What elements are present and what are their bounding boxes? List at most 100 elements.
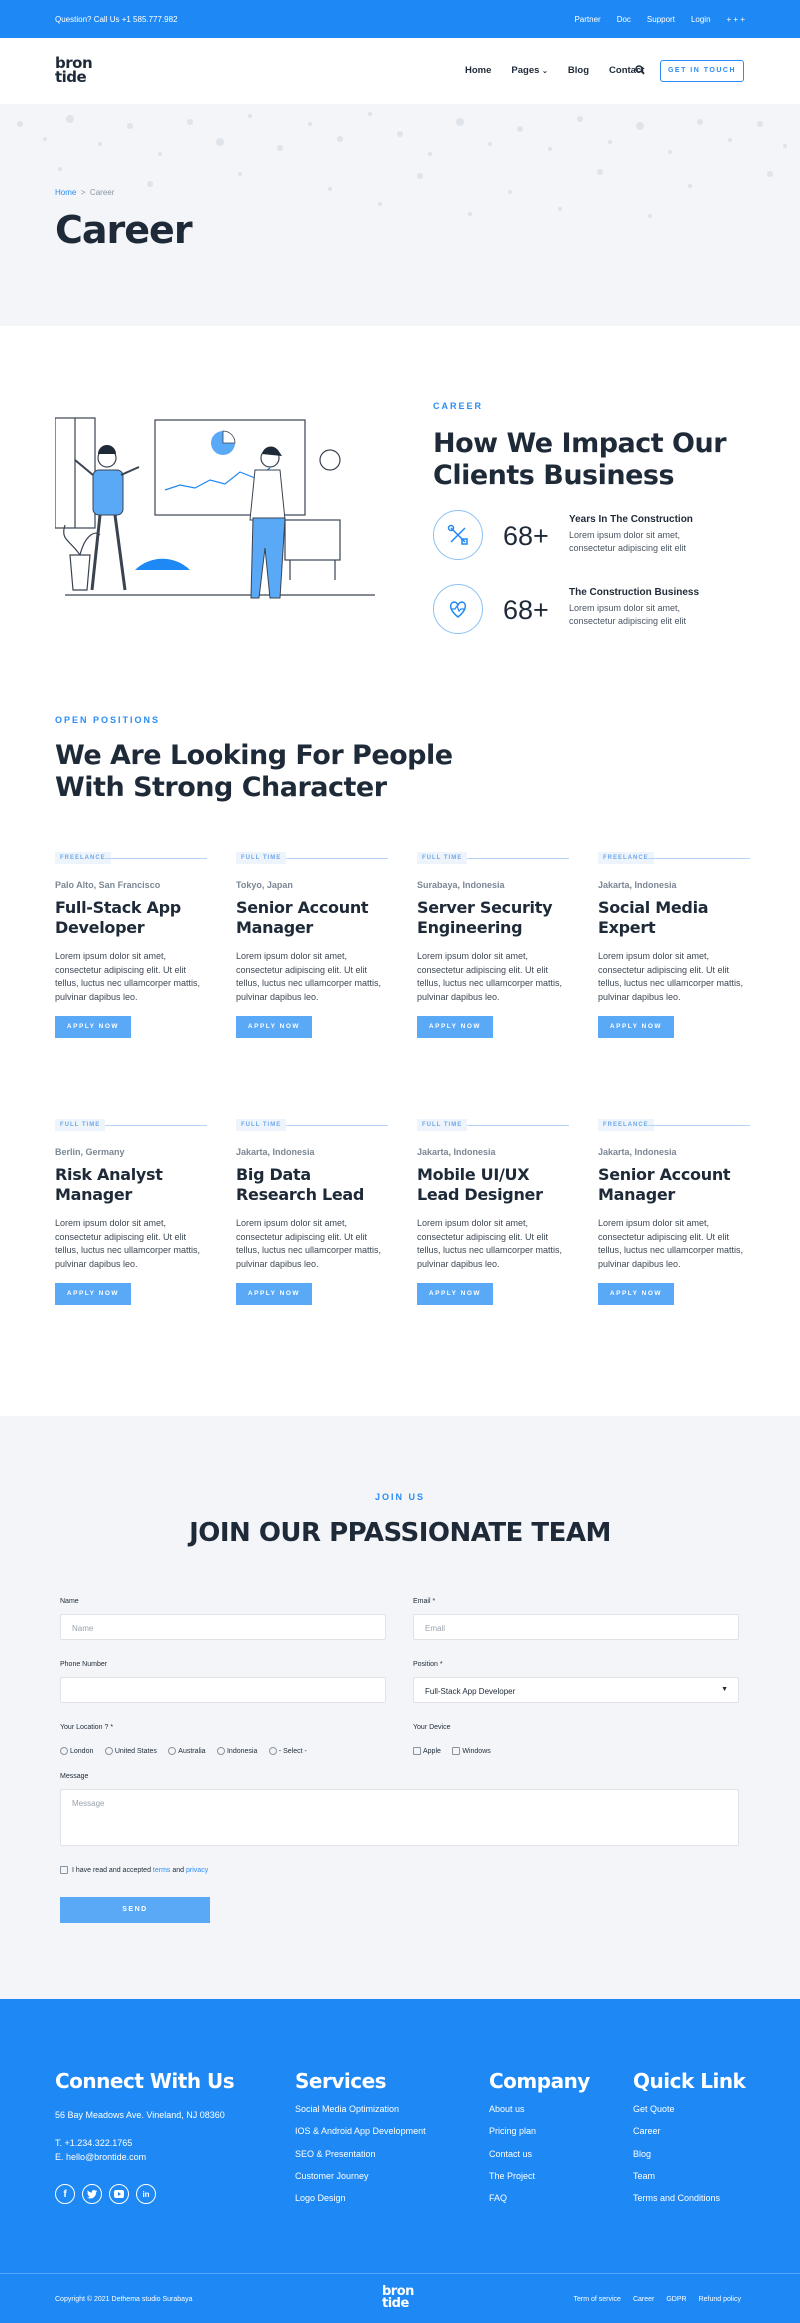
- top-link-support[interactable]: Support: [647, 15, 675, 24]
- job-tag-row: FULL TIME: [236, 1119, 388, 1131]
- twitter-icon[interactable]: [82, 2184, 102, 2204]
- quick-link[interactable]: Team: [633, 2165, 720, 2187]
- youtube-icon[interactable]: [109, 2184, 129, 2204]
- position-select[interactable]: Full-Stack App Developer ▼: [413, 1677, 739, 1703]
- nav-pages[interactable]: Pages ⌄: [511, 65, 548, 76]
- connect-heading: Connect With Us: [55, 2069, 235, 2093]
- company-link[interactable]: The Project: [489, 2165, 536, 2187]
- refund-policy-link[interactable]: Refund policy: [699, 2296, 741, 2303]
- stat-description: Lorem ipsum dolor sit amet, consectetur …: [569, 603, 687, 626]
- join-eyebrow: JOIN US: [374, 1492, 425, 1502]
- footer-email[interactable]: E. hello@brontide.com: [55, 2152, 146, 2162]
- services-link[interactable]: SEO & Presentation: [295, 2143, 426, 2165]
- device-option[interactable]: Windows: [452, 1747, 491, 1756]
- device-option[interactable]: Apple: [413, 1747, 441, 1756]
- join-title: JOIN OUR PPASSIONATE TEAM: [189, 1518, 611, 1548]
- company-heading: Company: [489, 2069, 590, 2093]
- quick-link[interactable]: Terms and Conditions: [633, 2187, 720, 2209]
- services-link[interactable]: Customer Journey: [295, 2165, 426, 2187]
- linkedin-icon[interactable]: in: [136, 2184, 156, 2204]
- send-button[interactable]: SEND: [60, 1897, 210, 1923]
- impact-title-line-1: How We Impact Our: [433, 428, 727, 459]
- nav-blog[interactable]: Blog: [568, 65, 589, 76]
- nav-home[interactable]: Home: [465, 65, 491, 76]
- career-link[interactable]: Career: [633, 2296, 654, 2303]
- gdpr-link[interactable]: GDPR: [666, 2296, 686, 2303]
- radio-button[interactable]: [104, 1747, 113, 1756]
- job-tag-row: FULL TIME: [417, 1119, 569, 1131]
- location-option[interactable]: United States: [104, 1747, 157, 1756]
- company-link[interactable]: Contact us: [489, 2143, 536, 2165]
- quick-link[interactable]: Get Quote: [633, 2098, 720, 2120]
- apply-now-button[interactable]: APPLY NOW: [55, 1283, 131, 1305]
- checkbox[interactable]: [413, 1747, 421, 1756]
- top-link-doc[interactable]: Doc: [617, 15, 631, 24]
- apply-now-button[interactable]: APPLY NOW: [236, 1016, 312, 1038]
- phone-input[interactable]: [60, 1677, 386, 1703]
- location-option[interactable]: London: [60, 1747, 93, 1756]
- radio-button[interactable]: [60, 1747, 68, 1756]
- apply-now-button[interactable]: APPLY NOW: [55, 1016, 131, 1038]
- logo[interactable]: bron tide: [55, 56, 93, 86]
- email-input[interactable]: Email: [413, 1614, 739, 1640]
- stat-number: 68+: [503, 595, 549, 625]
- job-card: FULL TIME Jakarta, Indonesia Big Data Re…: [236, 1119, 388, 1305]
- tag-divider: [105, 858, 207, 859]
- job-card: FREELANCE Jakarta, Indonesia Social Medi…: [598, 852, 750, 1038]
- facebook-icon[interactable]: f: [55, 2184, 75, 2204]
- message-label: Message: [60, 1773, 89, 1780]
- breadcrumb-home[interactable]: Home: [55, 188, 76, 197]
- location-option[interactable]: Indonesia: [216, 1747, 257, 1756]
- job-type-badge: FREELANCE: [598, 852, 654, 864]
- quick-link[interactable]: Career: [633, 2120, 720, 2142]
- company-link[interactable]: FAQ: [489, 2187, 536, 2209]
- radio-button[interactable]: [216, 1747, 225, 1756]
- name-input[interactable]: Name: [60, 1614, 386, 1640]
- job-tag-row: FREELANCE: [55, 852, 207, 864]
- impact-title: How We Impact Our Clients Business: [433, 428, 727, 492]
- services-link[interactable]: Logo Design: [295, 2187, 426, 2209]
- company-link[interactable]: About us: [489, 2098, 536, 2120]
- job-description: Lorem ipsum dolor sit amet, consectetur …: [417, 951, 563, 1002]
- quick-link-heading: Quick Link: [633, 2069, 746, 2093]
- stat-icon-circle: [433, 510, 483, 560]
- team-illustration: [55, 417, 375, 599]
- top-link-partner[interactable]: Partner: [574, 15, 600, 24]
- apply-now-button[interactable]: APPLY NOW: [598, 1283, 674, 1305]
- breadcrumb-current: Career: [89, 188, 115, 197]
- services-link[interactable]: IOS & Android App Development: [295, 2120, 426, 2142]
- search-icon[interactable]: [635, 65, 645, 75]
- terms-link[interactable]: terms: [153, 1867, 171, 1874]
- top-link-more[interactable]: + + +: [727, 15, 745, 24]
- logo-line-2: tide: [55, 68, 87, 86]
- job-title: Senior Account Manager: [236, 898, 369, 937]
- terms-of-service-link[interactable]: Term of service: [573, 2296, 620, 2303]
- consent-checkbox[interactable]: [60, 1866, 68, 1874]
- job-tag-row: FREELANCE: [598, 1119, 750, 1131]
- privacy-link[interactable]: privacy: [186, 1867, 208, 1874]
- apply-now-button[interactable]: APPLY NOW: [598, 1016, 674, 1038]
- job-description: Lorem ipsum dolor sit amet, consectetur …: [236, 1218, 382, 1269]
- positions-title: We Are Looking For People With Strong Ch…: [55, 740, 453, 804]
- footer-logo[interactable]: bron tide: [382, 2285, 414, 2310]
- location-option[interactable]: Australia: [168, 1747, 206, 1756]
- job-description: Lorem ipsum dolor sit amet, consectetur …: [598, 1218, 744, 1269]
- services-link[interactable]: Social Media Optimization: [295, 2098, 426, 2120]
- apply-now-button[interactable]: APPLY NOW: [236, 1283, 312, 1305]
- radio-button[interactable]: [168, 1747, 177, 1756]
- location-label: Your Location ? *: [60, 1724, 114, 1731]
- job-description: Lorem ipsum dolor sit amet, consectetur …: [55, 951, 201, 1002]
- message-textarea[interactable]: Message: [60, 1789, 739, 1846]
- apply-now-button[interactable]: APPLY NOW: [417, 1016, 493, 1038]
- job-title: Server Security Engineering: [417, 898, 553, 937]
- top-link-login[interactable]: Login: [691, 15, 711, 24]
- checkbox[interactable]: [452, 1747, 461, 1756]
- stat-title: The Construction Business: [569, 587, 700, 598]
- quick-link[interactable]: Blog: [633, 2143, 720, 2165]
- location-option[interactable]: - Select -: [268, 1747, 307, 1756]
- company-link[interactable]: Pricing plan: [489, 2120, 536, 2142]
- position-label: Position *: [413, 1661, 443, 1668]
- apply-now-button[interactable]: APPLY NOW: [417, 1283, 493, 1305]
- get-in-touch-button[interactable]: GET IN TOUCH: [660, 60, 744, 82]
- radio-button[interactable]: [268, 1747, 277, 1756]
